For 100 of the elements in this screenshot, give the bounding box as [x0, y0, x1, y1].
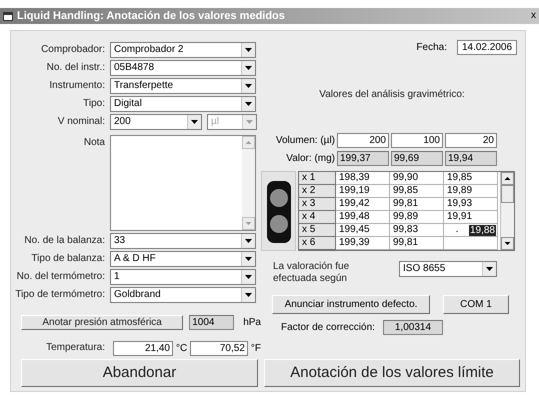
selected-text: 19,88	[468, 224, 496, 236]
field-label: Volumen: (µl)	[274, 134, 335, 148]
row-header: x 1	[299, 172, 336, 185]
field-label: Tipo de balanza:	[30, 252, 105, 266]
cell-text: 99,90	[393, 172, 418, 184]
row-header: x 5	[299, 224, 336, 237]
cell-text: 198,39	[339, 172, 370, 184]
scrollbar[interactable]	[500, 172, 514, 250]
dropdown-button[interactable]	[241, 234, 255, 248]
report-defect-button[interactable]: Anunciar instrumento defecto.	[272, 295, 430, 314]
caret-icon	[245, 293, 252, 297]
field-label: La valoración fue efectuada según	[273, 261, 350, 285]
action-button[interactable]: Abandonar	[21, 359, 258, 387]
dropdown-button[interactable]	[241, 97, 255, 111]
field-label: Instrumento:	[48, 79, 105, 93]
scroll-up-icon[interactable]	[501, 172, 514, 185]
field-label: No. del instr.:	[46, 61, 105, 75]
dropdown-button[interactable]	[241, 270, 255, 284]
window-title: Liquid Handling: Anotación de los valores medidos	[17, 8, 286, 24]
cell-text: 99,81	[393, 198, 418, 210]
combo-box[interactable]: Goldbrand	[110, 287, 256, 303]
row-header: x 3	[299, 198, 336, 211]
readonly-field: 1,00314	[382, 320, 443, 335]
input-field[interactable]: 200	[337, 132, 389, 148]
input-field[interactable]: 70,52	[190, 340, 248, 356]
field-label: Factor de corrección:	[281, 321, 375, 335]
field-label: Valor: (mg)	[285, 152, 335, 166]
close-button[interactable]: x	[531, 10, 536, 22]
field-label: Tipo de termómetro:	[14, 288, 105, 302]
scroll-down-icon[interactable]	[501, 237, 514, 250]
field-label: Nota	[82, 136, 105, 150]
field-label: Tipo:	[82, 97, 105, 111]
note-textarea[interactable]	[110, 135, 256, 231]
dropdown-button[interactable]	[241, 252, 255, 266]
pressure-button[interactable]: Anotar presión atmosférica	[21, 315, 184, 330]
caret-icon	[245, 257, 252, 261]
caret-icon	[245, 66, 252, 70]
field-label: Fecha:	[416, 40, 447, 54]
caret-icon	[245, 84, 252, 88]
dropdown-button[interactable]	[482, 262, 496, 276]
dropdown-button[interactable]	[241, 61, 255, 75]
combo-box[interactable]: Transferpette	[110, 78, 256, 94]
scroll-thumb[interactable]	[501, 185, 514, 203]
cell-text: 99,89	[393, 211, 418, 223]
combo-box[interactable]: 1	[110, 269, 256, 285]
combo-box[interactable]: A & D HF	[110, 251, 256, 267]
readonly-field: 19,94	[445, 150, 497, 166]
caret-icon	[245, 239, 252, 243]
combo-box[interactable]: 33	[110, 233, 256, 249]
section-title: Valores del análisis gravimétrico:	[318, 88, 466, 102]
cell-text: 99,81	[393, 237, 418, 249]
combo-box[interactable]: ISO 8655	[399, 261, 497, 277]
combo-box[interactable]: 05B4878	[110, 60, 256, 76]
cell-editor[interactable]: . 19,88	[444, 224, 498, 237]
dropdown-button[interactable]	[187, 115, 201, 129]
combo-box[interactable]: Comprobador 2	[110, 42, 256, 58]
field-label: Comprobador:	[40, 43, 105, 57]
cell-text: 199,42	[339, 198, 370, 210]
caret-icon	[246, 120, 253, 124]
field-label: Temperatura:	[45, 341, 105, 355]
input-field[interactable]: 14.02.2006	[457, 40, 517, 54]
readonly-field: 99,69	[391, 150, 443, 166]
combo-box[interactable]: Digital	[110, 96, 256, 112]
field-label: No. de la balanza:	[23, 234, 105, 248]
dropdown-button[interactable]	[241, 43, 255, 57]
cell-text: 99,83	[393, 224, 418, 236]
cell-text: 199,39	[339, 237, 370, 249]
caret-icon	[245, 102, 252, 106]
field-label: No. del termómetro:	[16, 270, 105, 284]
cell-text: 199,19	[339, 185, 370, 197]
unit-label: °C	[176, 342, 188, 356]
input-field[interactable]: 21,40	[113, 340, 173, 356]
caret-icon	[191, 120, 198, 124]
row-header: x 6	[299, 237, 336, 250]
cell-text: 99,85	[393, 185, 418, 197]
unit-label: hPa	[243, 316, 261, 330]
cell-text: 19,85	[447, 172, 472, 184]
cell-text: 199,45	[339, 224, 370, 236]
combo-box[interactable]: 200	[110, 114, 202, 130]
input-field[interactable]: 100	[391, 132, 443, 148]
cell-text: 19,89	[447, 185, 472, 197]
dropdown-button[interactable]	[241, 288, 255, 302]
cell-text: 19,91	[447, 211, 472, 223]
com-port-button[interactable]: COM 1	[443, 295, 509, 314]
caret-icon	[486, 267, 493, 271]
dropdown-button[interactable]	[241, 79, 255, 93]
row-header: x 2	[299, 185, 336, 198]
unit-label: °F	[250, 342, 261, 356]
field-label: V nominal:	[56, 115, 105, 129]
readonly-field: 199,37	[337, 150, 389, 166]
cell-text: 19,93	[447, 198, 472, 210]
cell-text: 199,48	[339, 211, 370, 223]
action-button[interactable]: Anotación de los valores límite	[264, 359, 520, 387]
caret-icon	[245, 48, 252, 52]
caret-icon	[245, 275, 252, 279]
row-header: x 4	[299, 211, 336, 224]
cell-text: .	[454, 224, 460, 236]
readonly-field: 1004	[189, 315, 234, 330]
input-field[interactable]: 20	[445, 132, 497, 148]
window-icon	[3, 12, 13, 20]
